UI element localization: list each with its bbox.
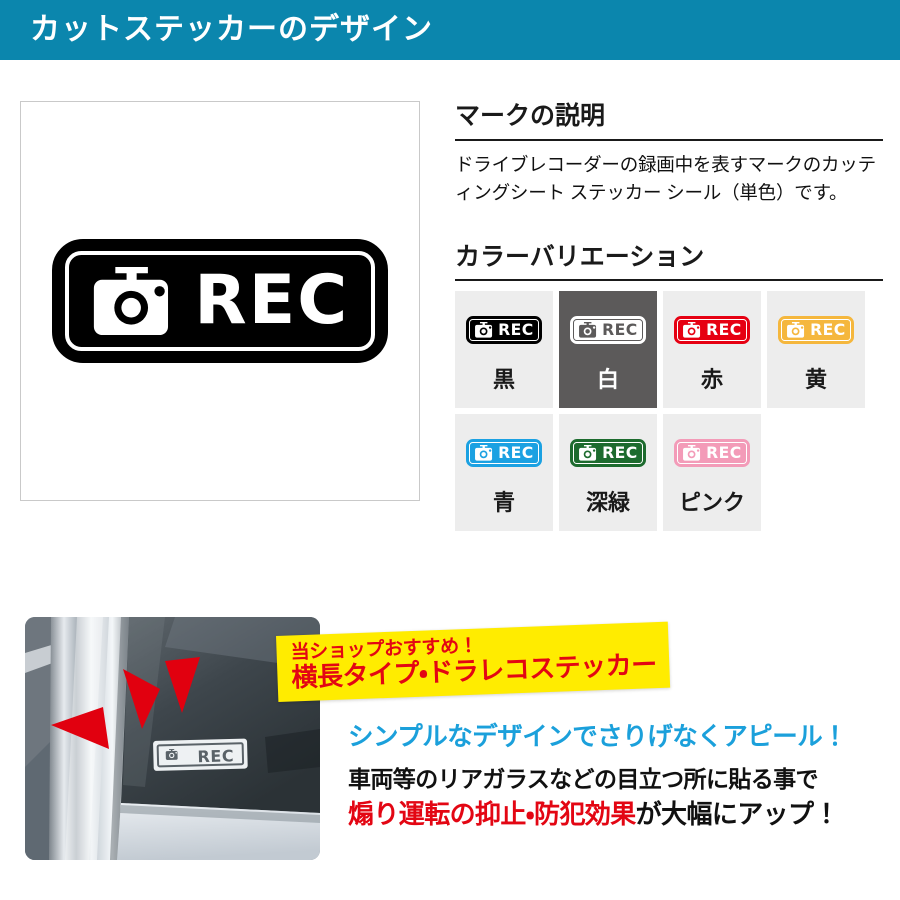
mark-description-body: ドライブレコーダーの録画中を表すマークのカッティングシート ステッカー シール（… — [455, 153, 876, 203]
color-variation-section: カラーバリエーション REC 黒 REC 白 REC 赤 REC 黄 REC 青 REC 深緑 REC ピ… — [455, 241, 883, 532]
color-swatch-3[interactable]: REC 赤 — [663, 291, 761, 409]
camera-icon — [474, 322, 493, 339]
mark-description-heading: マークの説明 — [455, 102, 606, 130]
camera-icon — [682, 445, 701, 462]
color-swatch-4[interactable]: REC 黄 — [767, 291, 865, 409]
rec-label: REC — [602, 443, 638, 463]
product-design-page: カットステッカーのデザイン REC マークの説明 ドライブレコーダーの録画中を表… — [0, 0, 900, 900]
swatch-badge-slot: REC — [569, 291, 647, 369]
color-swatch-1[interactable]: REC 黒 — [455, 291, 553, 409]
swatch-badge-slot: REC — [465, 291, 543, 369]
swatch-badge-slot: REC — [777, 291, 855, 369]
swatch-label: 青 — [492, 490, 515, 516]
swatch-label: 深緑 — [585, 490, 630, 516]
rec-sticker-inner: REC — [572, 319, 644, 342]
swatch-label: 黄 — [804, 367, 827, 393]
camera-icon — [578, 445, 597, 462]
svg-text:REC: REC — [197, 746, 234, 766]
right-column: マークの説明 ドライブレコーダーの録画中を表すマークのカッティングシート ステッ… — [455, 100, 883, 532]
mark-description-section: マークの説明 ドライブレコーダーの録画中を表すマークのカッティングシート ステッ… — [455, 100, 883, 207]
swatch-badge-slot: REC — [465, 414, 543, 492]
camera-icon — [474, 445, 493, 462]
swatch-badge-slot: REC — [673, 291, 751, 369]
recommendation-banner: 当ショップおすすめ！ 横長タイプ・ドラレコステッカー — [276, 621, 671, 703]
rec-label: REC — [810, 320, 846, 340]
rec-label: REC — [498, 320, 534, 340]
rec-sticker-swatch: REC — [777, 316, 855, 345]
rec-sticker-swatch: REC — [673, 439, 751, 468]
promo-emphasis-line: 煽り運転の抑止・防犯効果が大幅にアップ！ — [348, 798, 893, 831]
camera-icon — [578, 322, 597, 339]
swatch-label: 白 — [596, 367, 619, 393]
rec-sticker-inner: REC — [468, 319, 540, 342]
rec-sticker-inner: REC — [676, 442, 748, 465]
rec-sticker-hero: REC — [52, 239, 388, 363]
color-swatch-7[interactable]: REC ピンク — [663, 414, 761, 532]
promo-body: 車両等のリアガラスなどの目立つ所に貼る事で — [348, 765, 819, 792]
product-image-frame: REC — [20, 101, 420, 501]
rec-label: REC — [194, 260, 350, 340]
section-divider — [455, 279, 883, 282]
rec-sticker-inner: REC — [780, 319, 852, 342]
promo-emphasis-tail: が大幅にアップ！ — [635, 798, 840, 829]
rec-sticker-inner: REC — [64, 251, 376, 351]
promo-text-block: シンプルなデザインでさりげなくアピール！ 車両等のリアガラスなどの目立つ所に貼る… — [348, 722, 893, 830]
rec-label: REC — [706, 443, 742, 463]
color-swatch-5[interactable]: REC 青 — [455, 414, 553, 532]
rec-sticker-swatch: REC — [673, 316, 751, 345]
color-swatch-grid: REC 黒 REC 白 REC 赤 REC 黄 REC 青 REC 深緑 REC ピンク — [455, 291, 883, 532]
swatch-badge-slot: REC — [569, 414, 647, 492]
rec-label: REC — [602, 320, 638, 340]
rec-sticker-inner: REC — [468, 442, 540, 465]
rec-label: REC — [706, 320, 742, 340]
swatch-label: ピンク — [678, 490, 745, 516]
page-title: カットステッカーのデザイン — [30, 13, 433, 46]
rec-sticker-swatch: REC — [569, 316, 647, 345]
section-divider — [455, 138, 883, 141]
camera-icon — [682, 322, 701, 339]
rec-sticker-inner: REC — [676, 319, 748, 342]
rec-sticker-on-glass: REC — [153, 738, 248, 771]
page-header: カットステッカーのデザイン — [0, 0, 900, 60]
camera-icon — [93, 266, 168, 336]
swatch-label: 赤 — [700, 367, 723, 393]
color-variation-heading: カラーバリエーション — [455, 242, 705, 271]
swatch-badge-slot: REC — [673, 414, 751, 492]
promo-headline: シンプルなデザインでさりげなくアピール！ — [348, 723, 848, 751]
rec-label: REC — [498, 443, 534, 463]
rec-sticker-inner: REC — [572, 442, 644, 465]
rec-sticker-swatch: REC — [569, 439, 647, 468]
color-swatch-6[interactable]: REC 深緑 — [559, 414, 657, 532]
rec-sticker-swatch: REC — [465, 439, 543, 468]
color-swatch-2[interactable]: REC 白 — [559, 291, 657, 409]
camera-icon — [786, 322, 805, 339]
promo-emphasis-red: 煽り運転の抑止・防犯効果 — [348, 798, 636, 829]
rec-sticker-swatch: REC — [465, 316, 543, 345]
swatch-label: 黒 — [492, 367, 515, 393]
